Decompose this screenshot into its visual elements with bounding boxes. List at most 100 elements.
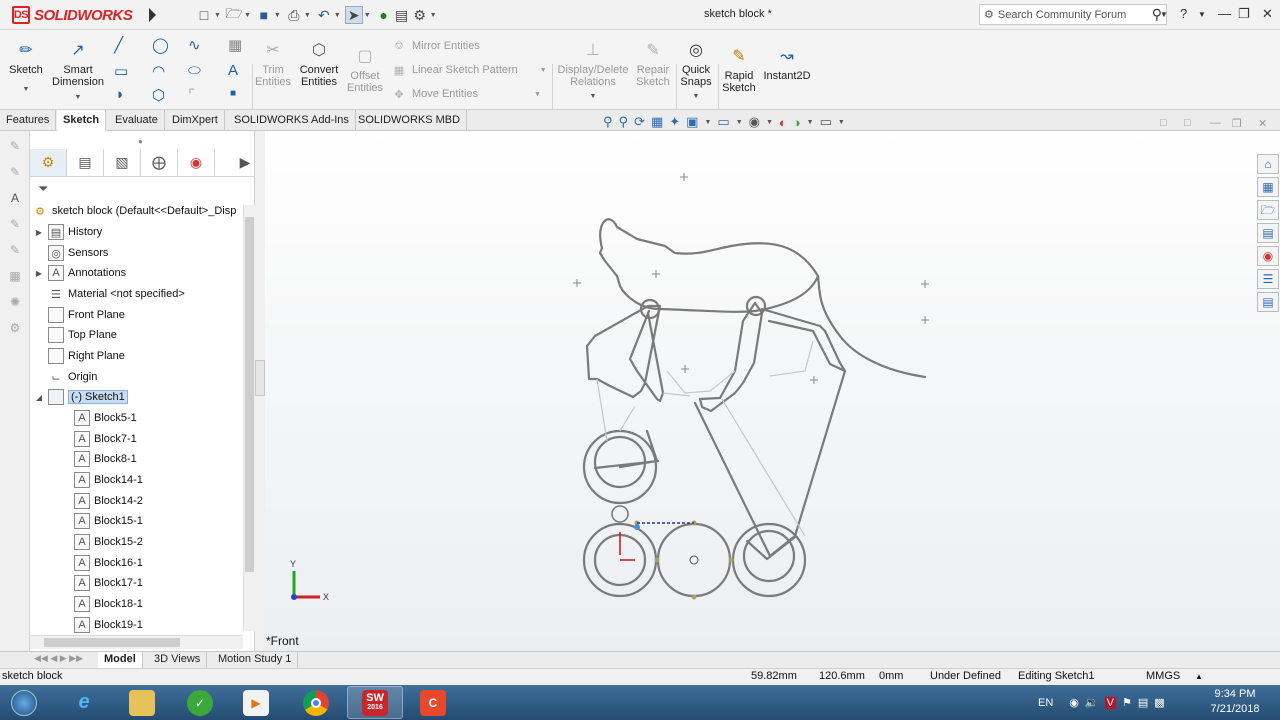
save-icon[interactable]: ■	[255, 6, 273, 24]
tab-sketch[interactable]: Sketch	[57, 110, 107, 131]
strip-tool-8-icon[interactable]: ⚙	[6, 321, 24, 339]
custom-properties-icon[interactable]: ☰	[1257, 269, 1279, 289]
menu-expand-arrow-icon[interactable]	[149, 8, 156, 22]
tree-item-block[interactable]: A Block19-1	[74, 615, 143, 635]
strip-tool-4-icon[interactable]: ✎	[6, 217, 24, 235]
rectangle-tool-icon[interactable]: ▭	[114, 62, 128, 80]
select-pointer-icon[interactable]: ➤	[344, 6, 363, 24]
tab-evaluate[interactable]: Evaluate	[109, 110, 165, 131]
tree-item-sketch1[interactable]: ◢ (-) Sketch1	[34, 387, 128, 407]
tree-vertical-scrollbar[interactable]	[243, 205, 255, 631]
grid-tool-icon[interactable]: ▦	[228, 36, 242, 54]
help-dropdown-icon[interactable]: ▼	[1198, 10, 1206, 19]
search-community-forum[interactable]: ⚙ Search Community Forum ⚲	[979, 4, 1167, 25]
tree-item-block[interactable]: A Block14-1	[74, 470, 143, 490]
display-delete-relations-button[interactable]: ⊥ Display/Delete Relations ▼	[556, 40, 630, 103]
scroll-thumb[interactable]	[245, 217, 254, 572]
tree-horizontal-scrollbar[interactable]	[30, 635, 243, 649]
taskbar-clock[interactable]: 9:34 PM 7/21/2018	[1200, 687, 1270, 717]
display-style-icon[interactable]: ▭	[717, 114, 729, 130]
tree-item-block[interactable]: A Block15-2	[74, 532, 143, 552]
solidworks-resources-icon[interactable]: ⌂	[1257, 154, 1279, 174]
tab-features[interactable]: Features	[0, 110, 57, 131]
strip-tool-1-icon[interactable]: ✎	[6, 139, 24, 157]
apply-scene-icon[interactable]: ◑	[793, 115, 801, 130]
status-units[interactable]: MMGS	[1146, 670, 1180, 682]
configuration-manager-icon[interactable]: ▧	[104, 149, 141, 176]
zoom-to-fit-icon[interactable]: ⚲	[603, 114, 613, 130]
property-manager-icon[interactable]: ▤	[67, 149, 104, 176]
taskbar-chrome[interactable]	[288, 686, 344, 719]
hide-show-items-icon[interactable]: ◉	[749, 114, 760, 130]
ellipse-tool-icon[interactable]: ⬭	[188, 62, 201, 79]
traffic-light-icon[interactable]: ●	[375, 6, 393, 24]
tray-sound-icon[interactable]: 🔉	[1085, 696, 1099, 709]
taskbar-internet-explorer[interactable]: e	[56, 686, 112, 719]
viewport-close-icon[interactable]: ✕	[1258, 117, 1267, 130]
previous-view-icon[interactable]: ⟳	[634, 114, 645, 130]
minimize-icon[interactable]: —	[1218, 6, 1231, 21]
tree-item-front-plane[interactable]: Front Plane	[34, 305, 125, 325]
tree-item-material[interactable]: ☰ Material <not specified>	[34, 284, 185, 304]
strip-tool-3-icon[interactable]: A	[6, 191, 24, 209]
units-dropdown-icon[interactable]: ▲	[1195, 672, 1203, 681]
tray-antivirus-icon[interactable]: ◉	[1069, 696, 1079, 709]
tab-3d-views[interactable]: 3D Views	[148, 652, 208, 668]
offset-entities-button[interactable]: ▢ Offset Entities	[346, 46, 384, 95]
search-dropdown-icon[interactable]: ▼	[1160, 10, 1168, 19]
taskbar-green-app[interactable]: ✓	[172, 686, 228, 719]
polygon-tool-icon[interactable]: ⬡	[152, 86, 165, 104]
dynamic-annotation-icon[interactable]: ✦	[669, 114, 680, 130]
tree-item-block[interactable]: A Block18-1	[74, 594, 143, 614]
spline-tool-icon[interactable]: ∿	[188, 36, 201, 54]
tree-item-block[interactable]: A Block7-1	[74, 429, 137, 449]
tree-item-history[interactable]: ▶ ▤ History	[34, 222, 102, 242]
strip-tool-7-icon[interactable]: ✺	[6, 295, 24, 313]
tree-item-annotations[interactable]: ▶ A Annotations	[34, 263, 126, 283]
tree-item-block[interactable]: A Block15-1	[74, 511, 143, 531]
arc-tool-icon[interactable]: ◠	[152, 62, 165, 80]
panel-expand-icon[interactable]: □	[1184, 117, 1191, 129]
tree-item-block[interactable]: A Block8-1	[74, 449, 137, 469]
tree-item-block[interactable]: A Block14-2	[74, 491, 143, 511]
file-explorer-icon[interactable]: 🗁	[1257, 200, 1279, 220]
search-input[interactable]: Search Community Forum	[998, 9, 1126, 21]
convert-entities-button[interactable]: ⬡ Convert Entities	[296, 40, 342, 89]
strip-tool-6-icon[interactable]: ▦	[6, 269, 24, 287]
viewport-minimize-icon[interactable]: —	[1210, 117, 1221, 129]
text-tool-icon[interactable]: A	[228, 62, 238, 79]
taskbar-file-explorer[interactable]	[114, 686, 170, 719]
open-folder-icon[interactable]: 🗁	[225, 5, 243, 24]
smart-dimension-button[interactable]: ↗ Smart Dimension ▼	[50, 40, 106, 104]
featuremanager-tree-icon[interactable]: ⚙	[30, 149, 67, 176]
tree-item-top-plane[interactable]: Top Plane	[34, 325, 117, 345]
move-entities-button[interactable]: ✥ Move Entities ▼	[392, 88, 541, 101]
design-library-icon[interactable]: ▦	[1257, 177, 1279, 197]
view-palette-icon[interactable]: ▤	[1257, 223, 1279, 243]
tree-item-origin[interactable]: ⌙ Origin	[34, 367, 97, 387]
tree-root[interactable]: ⚙ sketch block (Default<<Default>_Disp	[32, 201, 236, 221]
undo-icon[interactable]: ↶	[315, 6, 333, 24]
solidworks-logo[interactable]: DS SOLIDWORKS	[12, 4, 133, 26]
panel-collapse-icon[interactable]: □	[1160, 117, 1167, 129]
tree-item-block[interactable]: A Block5-1	[74, 408, 137, 428]
display-manager-icon[interactable]: ◉	[178, 149, 215, 176]
line-tool-icon[interactable]: ╱	[114, 36, 123, 54]
start-button[interactable]	[0, 686, 48, 719]
tab-dimxpert[interactable]: DimXpert	[166, 110, 225, 131]
slot-tool-icon[interactable]: ◑	[114, 86, 123, 103]
zoom-to-area-icon[interactable]: ⚲	[619, 114, 629, 130]
viewport-restore-icon[interactable]: ❐	[1232, 117, 1242, 130]
tab-scroll-arrows-icon[interactable]: ◀◀ ◀ ▶ ▶▶	[34, 653, 83, 664]
file-properties-icon[interactable]: ▤	[393, 6, 411, 24]
view-orientation-icon[interactable]: ▣	[686, 114, 698, 130]
quick-snaps-button[interactable]: ◎ Quick Snaps ▼	[678, 40, 714, 103]
linear-sketch-pattern-button[interactable]: ▦ Linear Sketch Pattern ▼	[392, 64, 547, 77]
taskbar-solidworks-2016[interactable]: SW 2016	[347, 686, 403, 719]
fillet-tool-icon[interactable]: ⌜	[188, 86, 195, 104]
tree-item-block[interactable]: A Block17-1	[74, 573, 143, 593]
tabs-more-icon[interactable]: ▶	[235, 149, 255, 176]
restore-icon[interactable]: ❐	[1238, 6, 1250, 22]
point-tool-icon[interactable]: ■	[230, 88, 236, 99]
mirror-entities-button[interactable]: ⎊ Mirror Entities	[392, 40, 480, 52]
